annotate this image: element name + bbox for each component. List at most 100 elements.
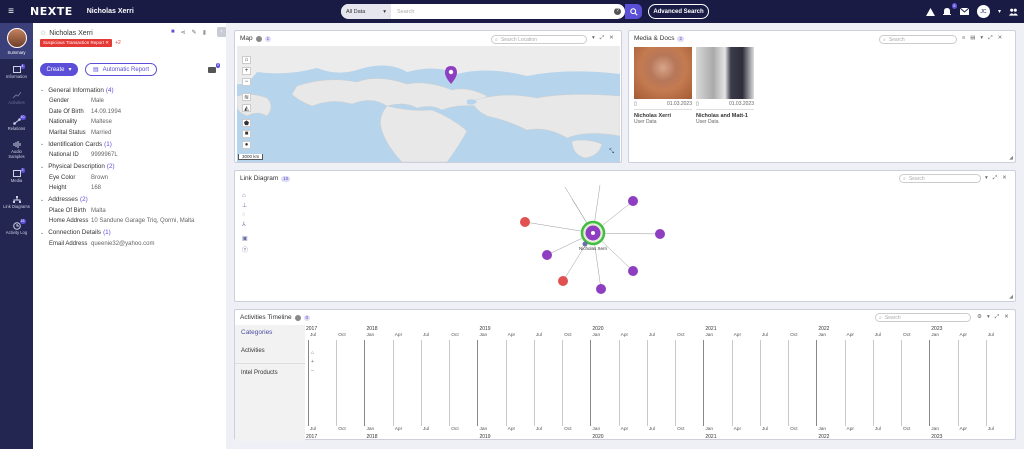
close-icon[interactable]: ✕ (998, 35, 1003, 42)
field-value: 168 (91, 185, 102, 192)
resize-handle-icon[interactable]: ◢ (1009, 294, 1013, 300)
field-value: Malta (91, 207, 106, 214)
translate-icon[interactable]: Ⓣ (242, 245, 248, 254)
user-avatar[interactable]: JC (976, 5, 990, 18)
filter-icon[interactable]: ≡ (962, 35, 965, 42)
home-icon[interactable]: ⌂ (242, 193, 248, 199)
search-button[interactable] (625, 4, 642, 19)
chevron-down-icon[interactable]: ▾ (987, 314, 990, 321)
close-icon[interactable]: ✕ (1004, 314, 1009, 321)
field-label: Nationality (49, 119, 78, 126)
advanced-search-button[interactable]: Advanced Search (648, 4, 709, 19)
status-tag[interactable]: Suspicious Transaction Report ✕ (40, 39, 113, 47)
media-type: User Data (696, 119, 719, 125)
warning-icon[interactable] (926, 7, 935, 16)
nav-information[interactable]: 4 Information (0, 59, 33, 85)
section-header[interactable]: ⌄ Addresses (2) (33, 194, 226, 206)
draw-circle-icon[interactable]: ● (242, 141, 251, 149)
resize-handle-icon[interactable]: ◢ (1009, 155, 1013, 161)
profile-name: Nicholas Xerri (49, 29, 93, 37)
media-card[interactable]: ▯ 01.03.2023 Nicholas Xerri User Data (634, 47, 692, 138)
side-nav: Summary 4 Information Activities 10 Relati… (0, 23, 33, 449)
layers-icon[interactable]: ≋ (242, 93, 251, 101)
tree-layout-icon[interactable]: ⅄ (242, 221, 248, 228)
bell-icon[interactable]: 5 (943, 3, 957, 16)
nav-relations[interactable]: 10 Relations (0, 111, 33, 137)
chevron-down-icon[interactable]: ▾ (980, 35, 983, 42)
chevron-down-icon[interactable]: ▾ (985, 175, 988, 182)
month-label: Oct (790, 427, 798, 432)
create-button[interactable]: Create ▾ (40, 63, 78, 76)
map-canvas[interactable]: ⌂ + − ≋ ◭ ⬟ ■ ● 3000 km ⤡ (237, 46, 620, 162)
audio-icon (13, 141, 21, 148)
users-icon[interactable] (1009, 7, 1018, 16)
nav-audio-samples[interactable]: Audio Samples (0, 137, 33, 163)
zoom-out-button[interactable]: − (242, 78, 251, 86)
chevron-down-icon[interactable]: ▾ (592, 35, 595, 42)
close-icon[interactable]: ✕ (609, 35, 614, 42)
menu-icon[interactable]: ≡ (0, 6, 22, 17)
link-search-input[interactable]: ⌕ Search (899, 174, 981, 183)
map-pin-icon[interactable] (445, 66, 457, 84)
section-header[interactable]: ⌄ General Information (4) (33, 84, 226, 96)
month-label: Jul (310, 427, 317, 432)
expand-icon[interactable]: ⤢ (988, 35, 992, 42)
section-header[interactable]: ⌄ Connection Details (1) (33, 227, 226, 239)
settings-icon[interactable]: ⚙ (977, 314, 982, 321)
star-icon[interactable]: ☆ (40, 29, 46, 37)
nav-activity-log[interactable]: 15 Activity Log (0, 215, 33, 241)
home-icon[interactable]: ⌂ (242, 56, 251, 64)
edit-icon[interactable]: ✎ (192, 29, 197, 36)
section-header[interactable]: ⌄ Physical Description (2) (33, 161, 226, 173)
automatic-report-button[interactable]: ▤ Automatic Report (85, 63, 157, 76)
info-icon[interactable] (255, 35, 262, 42)
save-icon[interactable]: ▣ (242, 235, 248, 242)
list-view-icon[interactable]: ▤ (970, 35, 975, 42)
nav-media[interactable]: 2 Media (0, 163, 33, 189)
map-search-input[interactable]: ⌕ Search Location (491, 35, 587, 44)
expand-icon[interactable]: ⤢ (993, 175, 997, 182)
mail-icon[interactable] (959, 7, 969, 16)
media-card[interactable]: ▯ 01.03.2023 Nicholas and Matt-1 User Dat… (696, 47, 754, 138)
link-graph[interactable]: Nicholas Xerri (490, 181, 690, 301)
close-icon[interactable]: ✕ (1002, 175, 1007, 182)
help-icon[interactable]: ? (614, 8, 621, 15)
nav-activities[interactable]: Activities (0, 85, 33, 111)
nav-summary[interactable]: Summary (0, 23, 33, 59)
chevron-down-icon[interactable]: ▾ (998, 8, 1001, 15)
hierarchy-icon[interactable]: ⊥ (242, 202, 248, 209)
expand-icon[interactable]: ⤢ (600, 35, 604, 42)
field-value: Male (91, 98, 105, 105)
category-intel-products[interactable]: Intel Products (235, 364, 305, 386)
delete-icon[interactable]: ▮ (203, 29, 206, 36)
category-activities[interactable]: Activities (235, 342, 305, 364)
section-header[interactable]: ⌄ Identification Cards (1) (33, 138, 226, 150)
ruler-icon[interactable]: ◭ (242, 104, 251, 112)
timeline-search-input[interactable]: ⌕ Search (875, 313, 971, 322)
folder-icon[interactable]: 0 (208, 63, 220, 73)
field-value: Married (91, 129, 112, 136)
timeline-gridline (336, 340, 338, 426)
share-icon[interactable]: ⋖ (181, 29, 186, 36)
media-search-input[interactable]: ⌕ Search (879, 35, 957, 44)
zoom-in-button[interactable]: + (242, 67, 251, 75)
month-label: Apr (394, 333, 403, 338)
field-row: Date Of Birth 14.09.1994 (33, 107, 226, 118)
circle-layout-icon[interactable]: ◌ (242, 212, 248, 218)
fullscreen-icon[interactable]: ⤡ (609, 149, 614, 156)
more-tags[interactable]: +2 (115, 40, 121, 46)
timeline-gridline (957, 340, 959, 426)
nav-link-diagrams[interactable]: Link Diagrams (0, 189, 33, 215)
draw-polygon-icon[interactable]: ⬟ (242, 119, 251, 127)
info-icon[interactable] (294, 314, 301, 321)
tag-icon[interactable]: ■ (171, 29, 175, 36)
expand-icon[interactable]: ⤢ (995, 314, 999, 321)
field-label: Eye Color (49, 174, 76, 181)
search-input[interactable]: Search (391, 9, 614, 15)
month-label: Jan (479, 333, 488, 338)
collapse-panel-button[interactable]: ‹ (217, 27, 226, 37)
timeline-grid[interactable]: Jul Jul Oct Oct Jan Jan Apr Apr Jul Jul Oct Oct Jan J… (306, 326, 1014, 440)
search-category-select[interactable]: All Data ▾ (341, 4, 391, 19)
month-label: Oct (451, 427, 459, 432)
draw-rectangle-icon[interactable]: ■ (242, 130, 251, 138)
